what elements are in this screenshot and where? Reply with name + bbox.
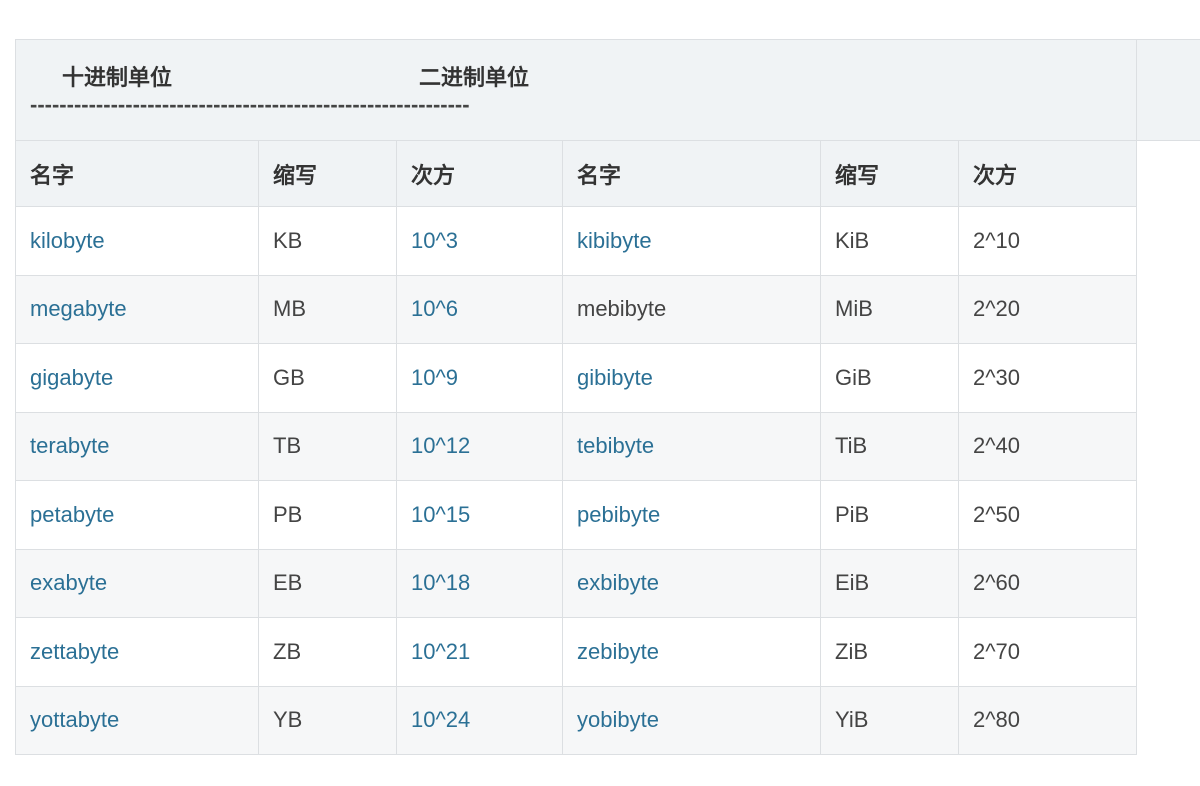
header-bin-abbr: 缩写 <box>820 140 959 207</box>
dec-abbr-cell: YB <box>258 685 397 755</box>
cell: pebibyte <box>562 480 821 550</box>
bin-abbr-cell: PiB <box>820 480 959 550</box>
cell: gibibyte <box>562 343 821 413</box>
dec-name-link[interactable]: exabyte <box>30 570 107 595</box>
bin-name-link[interactable]: kibibyte <box>577 228 652 253</box>
header-dec-power: 次方 <box>396 140 563 207</box>
bin-abbr-cell: YiB <box>820 685 959 755</box>
bin-abbr-cell: KiB <box>820 206 959 276</box>
dec-power-link[interactable]: 10^12 <box>411 433 470 458</box>
table-row: exabyte EB 10^18 exbibyte EiB 2^60 <box>15 548 1137 618</box>
dec-abbr-cell: KB <box>258 206 397 276</box>
bin-name-cell: mebibyte <box>562 274 821 344</box>
cell: tebibyte <box>562 411 821 481</box>
dec-name-link[interactable]: megabyte <box>30 296 127 321</box>
decimal-units-label: 十进制单位 <box>62 65 173 90</box>
dec-abbr-cell: TB <box>258 411 397 481</box>
cell: 10^18 <box>396 548 563 618</box>
table-row: petabyte PB 10^15 pebibyte PiB 2^50 <box>15 480 1137 550</box>
dec-power-link[interactable]: 10^3 <box>411 228 458 253</box>
table-row: zettabyte ZB 10^21 zebibyte ZiB 2^70 <box>15 617 1137 687</box>
cell: zettabyte <box>15 617 259 687</box>
dec-power-link[interactable]: 10^6 <box>411 296 458 321</box>
cell: 10^15 <box>396 480 563 550</box>
cell: gigabyte <box>15 343 259 413</box>
bin-abbr-cell: EiB <box>820 548 959 618</box>
cell: yottabyte <box>15 685 259 755</box>
dec-power-link[interactable]: 10^24 <box>411 707 470 732</box>
table-row: megabyte MB 10^6 mebibyte MiB 2^20 <box>15 274 1137 344</box>
cell: exbibyte <box>562 548 821 618</box>
caption-divider <box>1136 40 1137 140</box>
header-row: 名字 缩写 次方 名字 缩写 次方 <box>15 140 1137 207</box>
dec-abbr-cell: ZB <box>258 617 397 687</box>
table-row: kilobyte KB 10^3 kibibyte KiB 2^10 <box>15 206 1137 276</box>
bin-abbr-cell: GiB <box>820 343 959 413</box>
cell: exabyte <box>15 548 259 618</box>
bin-abbr-cell: MiB <box>820 274 959 344</box>
bin-abbr-cell: ZiB <box>820 617 959 687</box>
dec-power-link[interactable]: 10^9 <box>411 365 458 390</box>
cell: kibibyte <box>562 206 821 276</box>
units-table: 名字 缩写 次方 名字 缩写 次方 kilobyte KB 10^3 kibib… <box>15 140 1137 755</box>
bin-name-link[interactable]: zebibyte <box>577 639 659 664</box>
cell: 10^3 <box>396 206 563 276</box>
dec-power-link[interactable]: 10^21 <box>411 639 470 664</box>
bin-power-cell: 2^20 <box>958 274 1137 344</box>
dec-abbr-cell: MB <box>258 274 397 344</box>
header-bin-name: 名字 <box>562 140 821 207</box>
cell: yobibyte <box>562 685 821 755</box>
bin-power-cell: 2^30 <box>958 343 1137 413</box>
binary-units-label: 二进制单位 <box>419 65 530 90</box>
bin-abbr-cell: TiB <box>820 411 959 481</box>
dec-name-link[interactable]: petabyte <box>30 502 114 527</box>
table-row: terabyte TB 10^12 tebibyte TiB 2^40 <box>15 411 1137 481</box>
dec-abbr-cell: EB <box>258 548 397 618</box>
dec-name-link[interactable]: terabyte <box>30 433 110 458</box>
bin-power-cell: 2^10 <box>958 206 1137 276</box>
dec-name-link[interactable]: yottabyte <box>30 707 119 732</box>
bin-name-link[interactable]: pebibyte <box>577 502 660 527</box>
bin-power-cell: 2^70 <box>958 617 1137 687</box>
cell: 10^24 <box>396 685 563 755</box>
dec-name-link[interactable]: zettabyte <box>30 639 119 664</box>
table-caption: 十进制单位 二进制单位 ----------------------------… <box>15 39 1200 141</box>
bin-name-link[interactable]: exbibyte <box>577 570 659 595</box>
dec-abbr-cell: GB <box>258 343 397 413</box>
cell: 10^9 <box>396 343 563 413</box>
bin-name-link[interactable]: yobibyte <box>577 707 659 732</box>
header-dec-abbr: 缩写 <box>258 140 397 207</box>
cell: petabyte <box>15 480 259 550</box>
cell: megabyte <box>15 274 259 344</box>
dec-abbr-cell: PB <box>258 480 397 550</box>
cell: 10^6 <box>396 274 563 344</box>
cell: kilobyte <box>15 206 259 276</box>
header-dec-name: 名字 <box>15 140 259 207</box>
bin-power-cell: 2^50 <box>958 480 1137 550</box>
caption-dash-line: ----------------------------------------… <box>30 92 470 117</box>
table-row: yottabyte YB 10^24 yobibyte YiB 2^80 <box>15 685 1137 755</box>
cell: terabyte <box>15 411 259 481</box>
dec-power-link[interactable]: 10^18 <box>411 570 470 595</box>
bin-name-link[interactable]: gibibyte <box>577 365 653 390</box>
dec-power-link[interactable]: 10^15 <box>411 502 470 527</box>
bin-power-cell: 2^40 <box>958 411 1137 481</box>
bin-power-cell: 2^60 <box>958 548 1137 618</box>
header-bin-power: 次方 <box>958 140 1137 207</box>
table-row: gigabyte GB 10^9 gibibyte GiB 2^30 <box>15 343 1137 413</box>
bin-power-cell: 2^80 <box>958 685 1137 755</box>
dec-name-link[interactable]: gigabyte <box>30 365 113 390</box>
cell: 10^21 <box>396 617 563 687</box>
bin-name-link[interactable]: tebibyte <box>577 433 654 458</box>
cell: zebibyte <box>562 617 821 687</box>
dec-name-link[interactable]: kilobyte <box>30 228 105 253</box>
cell: 10^12 <box>396 411 563 481</box>
